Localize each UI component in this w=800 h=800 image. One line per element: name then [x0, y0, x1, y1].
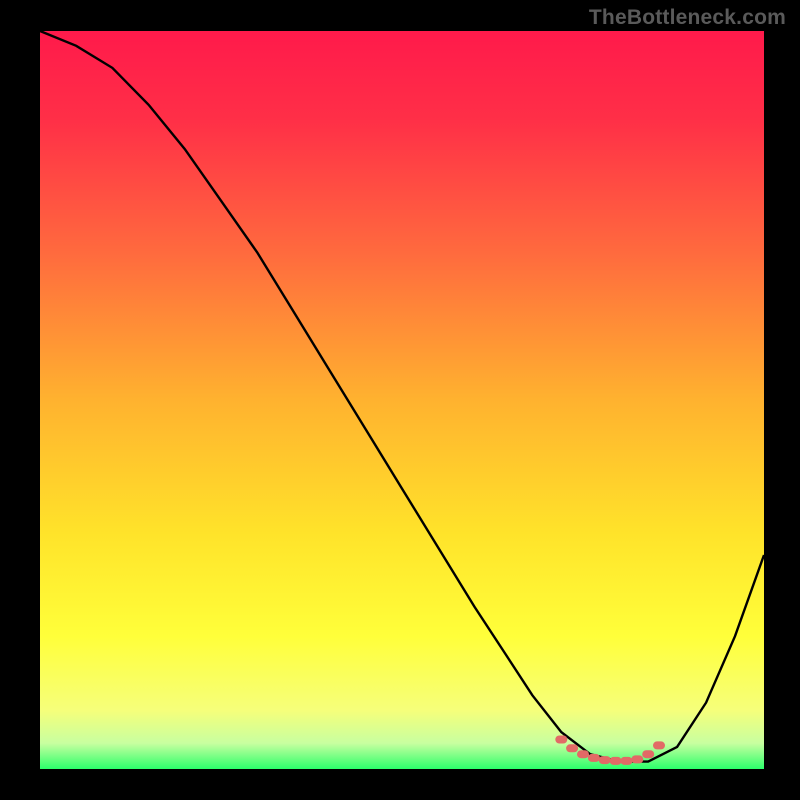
optimal-marker [610, 757, 622, 765]
optimal-marker [653, 741, 665, 749]
chart-container: TheBottleneck.com [0, 0, 800, 800]
optimal-marker [599, 756, 611, 764]
optimal-marker [631, 755, 643, 763]
optimal-marker [642, 750, 654, 758]
optimal-marker [555, 736, 567, 744]
optimal-marker [566, 744, 578, 752]
optimal-marker [588, 754, 600, 762]
optimal-marker [620, 757, 632, 765]
bottleneck-chart [0, 0, 800, 800]
optimal-marker [577, 750, 589, 758]
plot-background [40, 31, 764, 769]
